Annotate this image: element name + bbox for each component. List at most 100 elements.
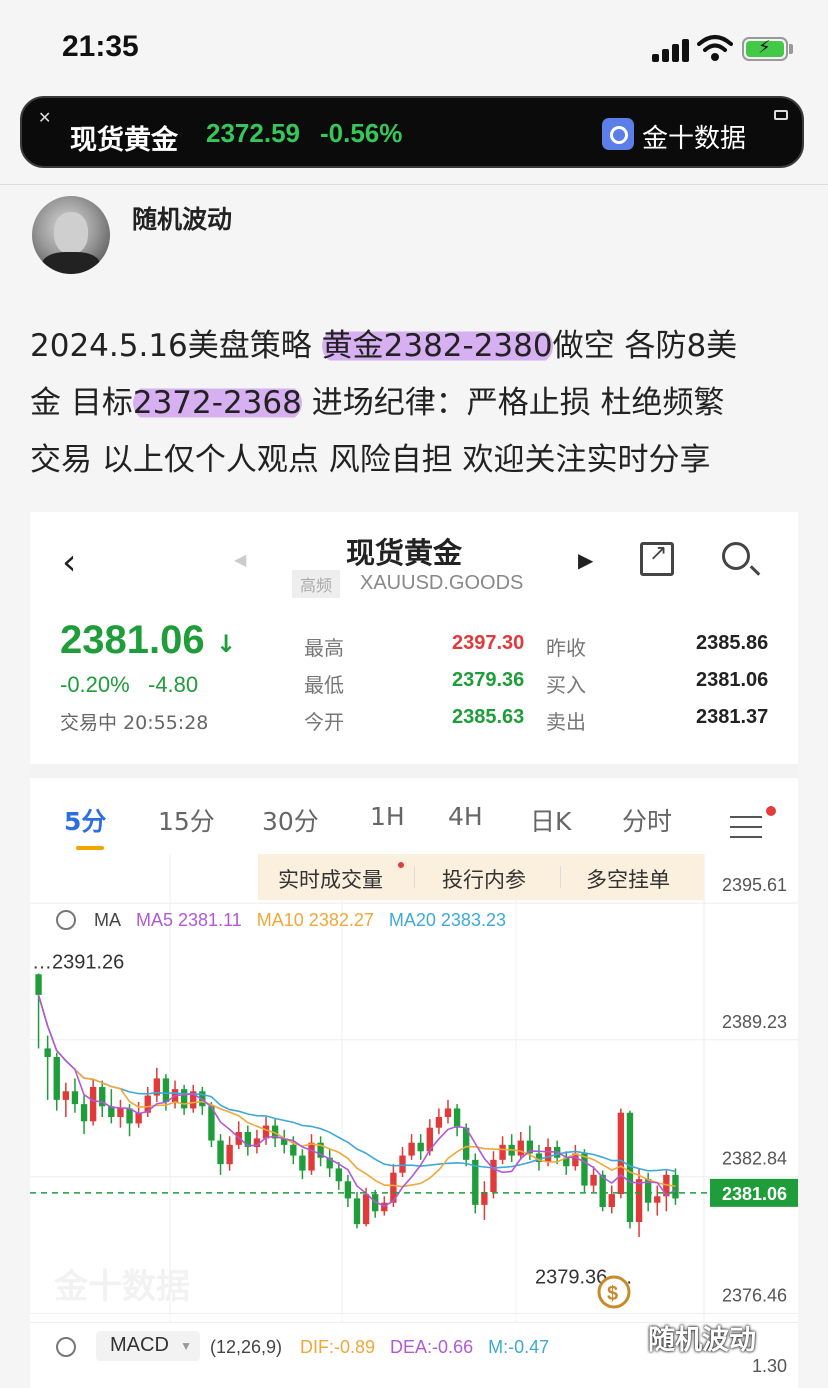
down-arrow-icon: ↓: [216, 630, 237, 658]
wifi-icon: [697, 35, 733, 61]
candle-body: [35, 974, 42, 995]
macd-m: M:-0.47: [488, 1337, 550, 1357]
tab-5min[interactable]: 5分: [64, 802, 106, 838]
current-price: 2381.06: [60, 618, 205, 662]
post-line-1: 2024.5.16美盘策略 黄金2382-2380做空 各防8美: [30, 318, 800, 375]
indicator-select[interactable]: MACD ▼: [96, 1331, 200, 1361]
candle-body: [517, 1140, 524, 1156]
notification-dot: [398, 862, 404, 868]
tab-realtime-volume[interactable]: 实时成交量: [278, 864, 383, 894]
candle-body: [62, 1091, 70, 1100]
macd-axis-tick: 1.30: [752, 1356, 788, 1376]
highlighted-entry-range: 黄金2382-2380: [321, 328, 553, 364]
post-text-segment: 做空 各防8美: [552, 328, 738, 364]
macd-params: (12,26,9): [210, 1337, 283, 1357]
candle-body: [290, 1144, 297, 1156]
macd-settings-icon[interactable]: [56, 1337, 76, 1357]
candle-body: [71, 1091, 79, 1105]
candle-body: [490, 1159, 497, 1192]
candle-body: [635, 1179, 643, 1222]
timeframe-tabs: 5分 15分 30分 1H 4H 日K 分时: [30, 796, 798, 850]
candle-body: [362, 1194, 370, 1225]
candle-body: [435, 1117, 443, 1128]
y-tick-label: 2389.23: [722, 1012, 787, 1032]
ma-settings-icon[interactable]: [56, 910, 76, 930]
low-value: 2379.36: [452, 669, 525, 691]
chart-sub-tabs: 实时成交量 投行内参 多空挂单: [258, 854, 704, 900]
search-icon[interactable]: [722, 542, 750, 570]
next-symbol-icon[interactable]: ▶: [578, 548, 593, 572]
low-label: 最低: [304, 673, 344, 697]
candle-body: [344, 1181, 352, 1199]
candle-body: [617, 1112, 625, 1195]
tab-intraday[interactable]: 分时: [622, 802, 672, 838]
post-line-2: 金 目标2372-2368 进场纪律：严格止损 杜绝频繁: [30, 375, 800, 432]
prev-close-value: 2385.86: [696, 632, 769, 654]
notification-dot: [766, 806, 776, 816]
share-icon[interactable]: [640, 541, 674, 576]
y-tick-label: 2382.84: [722, 1149, 787, 1169]
candle-body: [126, 1108, 133, 1124]
divider: [0, 184, 828, 185]
candle-body: [44, 1048, 51, 1057]
tab-4h[interactable]: 4H: [448, 802, 483, 831]
candle-body: [608, 1194, 615, 1207]
prev-symbol-icon[interactable]: ◀: [234, 550, 246, 569]
divider: [414, 866, 415, 888]
close-icon[interactable]: ✕: [38, 108, 51, 127]
tab-order-book[interactable]: 多空挂单: [586, 864, 670, 894]
candle-body: [499, 1144, 506, 1160]
battery-icon: [742, 37, 788, 61]
tab-15min[interactable]: 15分: [158, 802, 215, 838]
trade-status: 交易中 20:55:28: [60, 712, 209, 734]
tab-30min[interactable]: 30分: [262, 802, 319, 838]
candle-body: [399, 1155, 406, 1173]
ticker-brand: 金十数据: [642, 124, 747, 154]
y-tick-label: 2395.61: [722, 875, 787, 895]
dollar-sign-icon: $: [607, 1283, 618, 1305]
ma10-line: [37, 994, 676, 1188]
candle-body: [453, 1108, 461, 1128]
ma20-value: MA20 2383.23: [388, 910, 506, 930]
high-label: 最高: [304, 636, 344, 660]
ma-legend: MA MA5 2381.11 MA10 2382.27 MA20 2383.23: [94, 910, 516, 931]
highlighted-target-range: 2372-2368: [132, 385, 302, 421]
y-tick-label: 2376.46: [722, 1285, 787, 1305]
ma20-line: [37, 994, 676, 1173]
current-price-label: 2381.06: [722, 1184, 787, 1204]
symbol-title: 现货黄金: [346, 536, 463, 570]
ticker-price: 2372.59: [206, 118, 300, 148]
candle-body: [481, 1192, 488, 1205]
tab-1h[interactable]: 1H: [370, 802, 405, 831]
candle-body: [590, 1174, 597, 1186]
chart-high-label: …2391.26: [32, 951, 124, 973]
status-bar: 21:35: [0, 0, 828, 96]
ticker-change: -0.56%: [320, 118, 403, 148]
tab-broker-research[interactable]: 投行内参: [442, 864, 526, 894]
macd-dea: DEA:-0.66: [390, 1337, 474, 1357]
username[interactable]: 随机波动: [132, 200, 232, 236]
bid-label: 买入: [546, 673, 586, 697]
bid-value: 2381.06: [696, 669, 769, 691]
candle-body: [544, 1147, 552, 1162]
post-text-segment: 进场纪律：严格止损 杜绝频繁: [301, 385, 725, 421]
tab-daily[interactable]: 日K: [530, 802, 571, 838]
ask-label: 卖出: [546, 710, 586, 734]
brand-logo-icon: [602, 118, 634, 150]
avatar[interactable]: [32, 196, 110, 274]
back-icon[interactable]: ‹: [62, 542, 76, 583]
candle-body: [417, 1142, 424, 1152]
change-amount: -4.80: [148, 672, 199, 697]
price-ticker-bar[interactable]: ✕ 现货黄金 2372.59 -0.56% 金十数据: [20, 96, 804, 168]
high-value: 2397.30: [452, 632, 525, 654]
symbol-code: XAUUSD.GOODS: [360, 572, 524, 594]
candle-body: [654, 1196, 661, 1203]
expand-icon[interactable]: [774, 110, 788, 120]
status-time: 21:35: [62, 30, 139, 63]
candle-body: [408, 1142, 415, 1156]
candle-body: [353, 1198, 361, 1225]
menu-icon[interactable]: [730, 816, 762, 840]
post-text-segment: 2024.5.16美盘策略: [30, 328, 322, 364]
open-label: 今开: [304, 710, 344, 734]
candle-body: [444, 1108, 452, 1117]
